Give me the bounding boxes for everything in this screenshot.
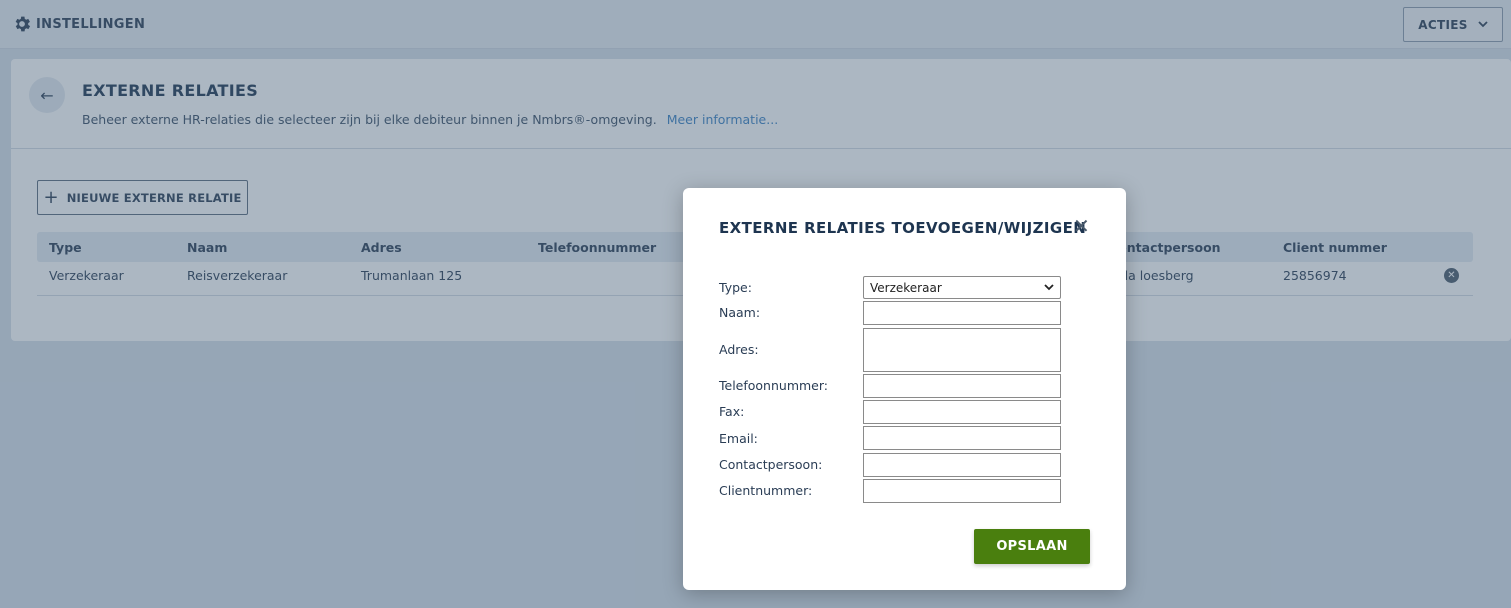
contact-label: Contactpersoon:: [719, 457, 823, 472]
fax-label: Fax:: [719, 404, 745, 419]
telefoon-input[interactable]: [863, 374, 1061, 398]
close-icon[interactable]: ✕: [1073, 216, 1090, 236]
modal-title: EXTERNE RELATIES TOEVOEGEN/WIJZIGEN: [719, 219, 1087, 237]
naam-label: Naam:: [719, 305, 761, 320]
email-input[interactable]: [863, 426, 1061, 450]
save-button[interactable]: OPSLAAN: [974, 529, 1090, 564]
clientnummer-input[interactable]: [863, 479, 1061, 503]
fax-input[interactable]: [863, 400, 1061, 424]
chevron-down-icon: [1044, 284, 1054, 291]
email-label: Email:: [719, 431, 758, 446]
clientnummer-label: Clientnummer:: [719, 483, 813, 498]
naam-input[interactable]: [863, 301, 1061, 325]
edit-relation-modal: EXTERNE RELATIES TOEVOEGEN/WIJZIGEN ✕ Ty…: [683, 188, 1126, 590]
type-select[interactable]: Verzekeraar: [863, 276, 1061, 299]
adres-textarea[interactable]: [863, 328, 1061, 372]
contact-input[interactable]: [863, 453, 1061, 477]
telefoon-label: Telefoonnummer:: [719, 378, 829, 393]
adres-label: Adres:: [719, 342, 759, 357]
type-label: Type:: [719, 280, 752, 295]
type-select-value: Verzekeraar: [870, 280, 942, 295]
